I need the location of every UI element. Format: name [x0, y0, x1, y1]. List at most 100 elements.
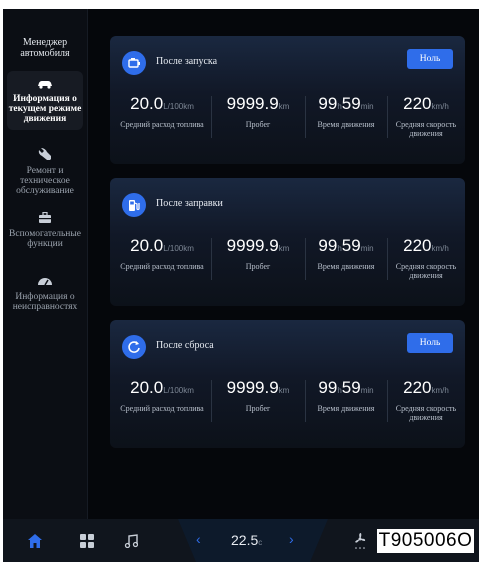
gauge-icon: [38, 278, 52, 286]
stat-avg-speed: 220km/h Средняя скорость движения: [390, 378, 462, 422]
stat-mileage: 9999.9km Пробег: [214, 236, 302, 271]
stat-driving-time: 99h59min Время движения: [308, 94, 384, 129]
sidebar-item-label: Информация о текущем режиме движения: [8, 94, 82, 124]
stat-label: Время движения: [317, 262, 375, 271]
screen: Менеджер автомобиля Информация о текущем…: [3, 9, 479, 562]
divider: [305, 238, 306, 280]
sidebar-title: Менеджер автомобиля: [20, 37, 70, 59]
stat-driving-time: 99h59min Время движения: [308, 378, 384, 413]
sidebar-item-auxiliary[interactable]: Вспомогательные функции: [7, 212, 83, 249]
stat-value: 99: [318, 236, 338, 255]
stat-value: 220: [403, 236, 432, 255]
stat-value: 59: [341, 94, 361, 113]
stat-unit: min: [360, 386, 374, 395]
temperature-unit: c: [258, 538, 263, 547]
stats-row: 20.0L/100km Средний расход топлива 9999.…: [110, 236, 465, 286]
stat-label: Средняя скорость движения: [395, 404, 457, 422]
stat-unit: min: [360, 102, 374, 111]
sidebar-item-label: Ремонт и техническое обслуживание: [16, 166, 74, 196]
stat-value: 20.0: [130, 378, 164, 397]
stat-label: Пробег: [245, 120, 271, 129]
stat-fuel-consumption: 20.0L/100km Средний расход топлива: [116, 378, 208, 413]
divider: [387, 238, 388, 280]
stat-value: 9999.9: [226, 94, 279, 113]
divider: [305, 380, 306, 422]
stat-value: 20.0: [130, 236, 164, 255]
stat-unit: km/h: [431, 102, 449, 111]
sidebar: Менеджер автомобиля Информация о текущем…: [3, 9, 88, 519]
sidebar-item-faults[interactable]: Информация о неисправностях: [7, 275, 83, 312]
divider: [305, 96, 306, 138]
stat-driving-time: 99h59min Время движения: [308, 236, 384, 271]
fuel-pump-icon: [122, 193, 146, 217]
reset-icon: [122, 335, 146, 359]
chevron-left-icon[interactable]: ‹: [196, 531, 201, 547]
chevron-right-icon[interactable]: ›: [289, 531, 294, 547]
divider: [387, 96, 388, 138]
stat-label: Средний расход топлива: [120, 404, 204, 413]
stat-avg-speed: 220km/h Средняя скорость движения: [390, 236, 462, 280]
temperature-display: 22.5c: [231, 532, 262, 548]
stat-fuel-consumption: 20.0L/100km Средний расход топлива: [116, 236, 208, 271]
card-after-start: После запуска Ноль 20.0L/100km Средний р…: [110, 36, 465, 164]
stat-label: Средняя скорость движения: [395, 120, 457, 138]
stat-unit: km: [278, 244, 290, 253]
card-title: После запуска: [156, 56, 218, 67]
stat-unit: km: [278, 102, 290, 111]
card-after-refuel: После заправки 20.0L/100km Средний расхо…: [110, 178, 465, 306]
stat-value: 59: [341, 378, 361, 397]
divider: [211, 380, 212, 422]
stat-value: 59: [341, 236, 361, 255]
stat-mileage: 9999.9km Пробег: [214, 378, 302, 413]
home-icon[interactable]: [25, 531, 45, 551]
stats-row: 20.0L/100km Средний расход топлива 9999.…: [110, 378, 465, 428]
stat-unit: km/h: [431, 244, 449, 253]
temperature-value: 22.5: [231, 532, 259, 548]
card-title: После заправки: [156, 198, 223, 209]
stat-value: 99: [318, 378, 338, 397]
engine-icon: [122, 51, 146, 75]
divider: [387, 380, 388, 422]
car-icon: [38, 81, 52, 89]
card-title: После сброса: [156, 340, 214, 351]
stat-unit: L/100km: [163, 102, 194, 111]
divider: [211, 96, 212, 138]
reset-button[interactable]: Ноль: [407, 49, 453, 69]
stats-row: 20.0L/100km Средний расход топлива 9999.…: [110, 94, 465, 144]
music-icon[interactable]: [121, 531, 141, 551]
wrench-icon: [38, 148, 51, 160]
toolbox-icon: [39, 212, 51, 223]
stat-unit: km: [278, 386, 290, 395]
sidebar-item-label: Вспомогательные функции: [9, 229, 81, 249]
stat-label: Пробег: [245, 404, 271, 413]
stat-value: 9999.9: [226, 378, 279, 397]
apps-grid-icon[interactable]: [77, 531, 97, 551]
stat-fuel-consumption: 20.0L/100km Средний расход топлива: [116, 94, 208, 129]
card-after-reset: После сброса Ноль 20.0L/100km Средний ра…: [110, 320, 465, 448]
stat-value: 9999.9: [226, 236, 279, 255]
stat-value: 20.0: [130, 94, 164, 113]
stat-avg-speed: 220km/h Средняя скорость движения: [390, 94, 462, 138]
stat-unit: km/h: [431, 386, 449, 395]
stat-label: Время движения: [317, 404, 375, 413]
stat-unit: L/100km: [163, 244, 194, 253]
stat-label: Средний расход топлива: [120, 262, 204, 271]
stat-unit: min: [360, 244, 374, 253]
stat-value: 220: [403, 378, 432, 397]
reset-button[interactable]: Ноль: [407, 333, 453, 353]
sidebar-item-label: Информация о неисправностях: [12, 292, 78, 312]
stat-value: 99: [318, 94, 338, 113]
divider: [211, 238, 212, 280]
sidebar-item-maintenance[interactable]: Ремонт и техническое обслуживание: [7, 147, 83, 196]
main-panel: После запуска Ноль 20.0L/100km Средний р…: [88, 9, 479, 519]
stat-label: Средний расход топлива: [120, 120, 204, 129]
fan-icon[interactable]: [350, 531, 370, 551]
stat-value: 220: [403, 94, 432, 113]
stat-unit: L/100km: [163, 386, 194, 395]
stat-mileage: 9999.9km Пробег: [214, 94, 302, 129]
stat-label: Время движения: [317, 120, 375, 129]
stat-label: Пробег: [245, 262, 271, 271]
figure-code-label: T905006O: [377, 529, 474, 553]
stat-label: Средняя скорость движения: [395, 262, 457, 280]
sidebar-item-driving-info[interactable]: Информация о текущем режиме движения: [7, 71, 83, 130]
